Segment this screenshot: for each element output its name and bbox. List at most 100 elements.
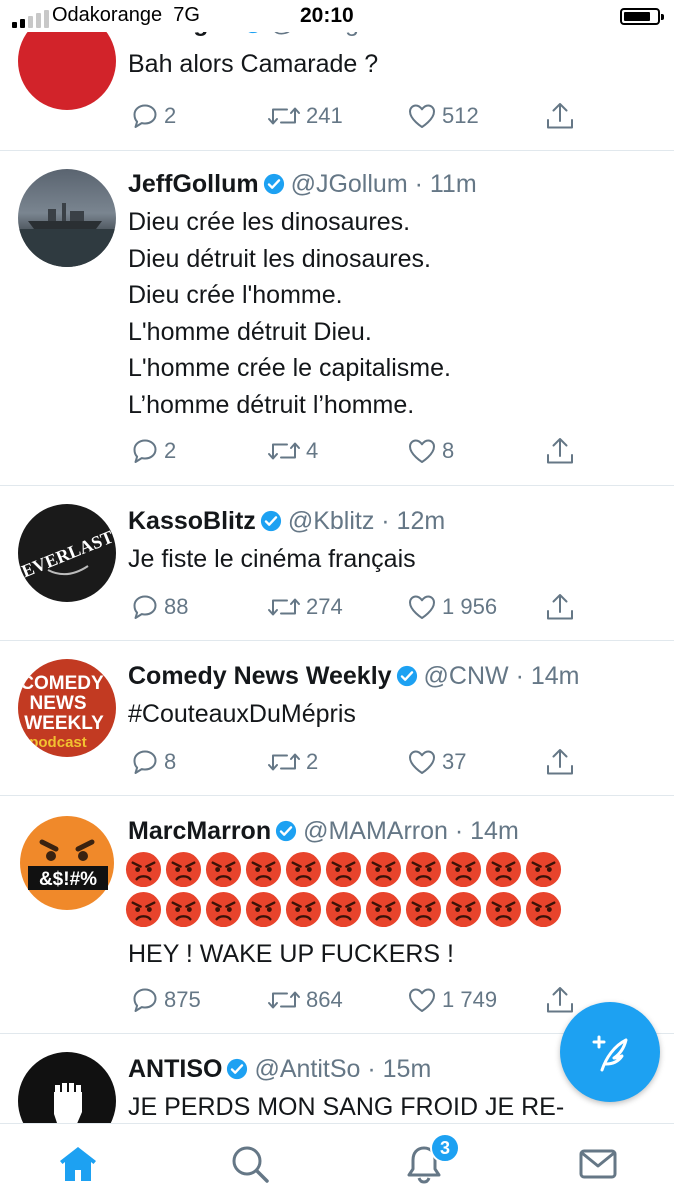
angry-face-emoji-icon — [244, 890, 283, 934]
angry-face-emoji-icon — [164, 890, 203, 934]
angry-face-emoji-icon — [404, 850, 443, 894]
share-icon — [547, 987, 573, 1013]
user-handle: @CNW — [423, 662, 509, 690]
retweet-button[interactable]: 241 — [266, 100, 343, 132]
share-icon — [547, 594, 573, 620]
retweet-icon — [268, 442, 300, 460]
tweet[interactable]: &$!#% MarcMarron @MAMArron · 14m HEY ! WA… — [0, 796, 674, 1034]
reply-button[interactable]: 2 — [130, 435, 176, 467]
heart-icon — [409, 988, 435, 1012]
angry-face-emoji-icon — [444, 890, 483, 934]
share-icon — [547, 749, 573, 775]
everlast-logo: EVERLAST — [19, 526, 116, 581]
like-button[interactable]: 8 — [406, 435, 454, 467]
display-name[interactable]: JeffGollum — [128, 170, 259, 198]
reply-icon — [133, 439, 157, 463]
tweet-text: Bah alors Camarade ? — [128, 50, 379, 78]
reply-button[interactable]: 875 — [130, 984, 201, 1016]
podcast-logo: COMEDY NEWS WEEKLY podcast — [20, 673, 104, 751]
share-button[interactable] — [544, 591, 576, 623]
like-button[interactable]: 1 956 — [406, 591, 497, 623]
reply-icon — [133, 750, 157, 774]
compose-feather-icon — [592, 1035, 628, 1072]
tweet[interactable]: COMEDY NEWS WEEKLY podcast Comedy News W… — [0, 641, 674, 796]
display-name[interactable]: ANTISO — [128, 1055, 222, 1083]
display-name[interactable]: MarcMarron — [128, 817, 271, 845]
avatar[interactable]: COMEDY NEWS WEEKLY podcast — [18, 659, 116, 757]
angry-face-emoji-icon — [404, 890, 443, 934]
verified-badge-icon — [263, 173, 284, 195]
tweet-header: KassoBlitz @Kblitz · 12m — [128, 507, 446, 535]
angry-face-emoji-icon — [284, 850, 323, 894]
tweet-text: Dieu crée les dinosaures. Dieu détruit l… — [128, 208, 451, 419]
raised-fist-icon — [53, 1081, 83, 1123]
angry-face-emoji-icon — [444, 850, 483, 894]
tweet[interactable]: JeffGollum @JGollum · 11m Dieu crée les d… — [0, 151, 674, 486]
angry-face-emoji-icon — [364, 850, 403, 894]
compose-tweet-button[interactable] — [560, 1002, 660, 1102]
reply-button[interactable]: 8 — [130, 746, 176, 778]
bottom-tab-bar: 3 — [0, 1123, 674, 1200]
censored-emoji-avatar: &$!#% — [20, 816, 114, 910]
reply-button[interactable]: 2 — [130, 100, 176, 132]
avatar[interactable]: EVERLAST — [18, 504, 116, 602]
svg-text:&$!#%: &$!#% — [39, 869, 97, 890]
angry-face-emoji-icon — [364, 890, 403, 934]
verified-badge-icon — [227, 1058, 248, 1080]
tweet-time: 15m — [382, 1055, 432, 1083]
angry-face-emoji-icon — [484, 890, 523, 934]
angry-face-emoji-icon — [124, 850, 163, 894]
retweet-button[interactable]: 864 — [266, 984, 343, 1016]
share-button[interactable] — [544, 984, 576, 1016]
search-tab[interactable] — [228, 1142, 272, 1186]
retweet-button[interactable]: 274 — [266, 591, 343, 623]
reply-icon — [133, 104, 157, 128]
home-tab[interactable] — [56, 1142, 100, 1186]
emoji-row — [124, 850, 563, 894]
like-button[interactable]: 1 749 — [406, 984, 497, 1016]
angry-face-emoji-icon — [204, 890, 243, 934]
heart-icon — [409, 439, 435, 463]
avatar[interactable] — [18, 1052, 116, 1123]
envelope-icon — [579, 1149, 617, 1179]
like-button[interactable]: 37 — [406, 746, 466, 778]
verified-badge-icon — [276, 820, 297, 842]
tweet-header: MarcMarron @MAMArron · 14m — [128, 817, 519, 845]
heart-icon — [409, 750, 435, 774]
retweet-icon — [268, 991, 300, 1009]
tweet-text: HEY ! WAKE UP FUCKERS ! — [128, 940, 455, 968]
user-handle: @JGollum — [290, 170, 408, 198]
tweet-header: JeffGollum @JGollum · 11m — [128, 170, 477, 198]
share-icon — [547, 103, 573, 129]
timeline[interactable]: EnRogne@enrogne · 10m Bah alors Camarade… — [0, 0, 674, 1123]
tweet-time: 11m — [429, 170, 477, 198]
retweet-button[interactable]: 4 — [266, 435, 318, 467]
share-button[interactable] — [544, 435, 576, 467]
angry-face-emoji-icon — [524, 850, 563, 894]
avatar[interactable]: &$!#% — [18, 814, 116, 912]
avatar[interactable] — [18, 169, 116, 267]
angry-face-emoji-icon — [324, 890, 363, 934]
display-name[interactable]: Comedy News Weekly — [128, 662, 392, 690]
user-handle: @MAMArron — [303, 817, 448, 845]
like-button[interactable]: 512 — [406, 100, 479, 132]
display-name[interactable]: KassoBlitz — [128, 507, 256, 535]
signal-strength-icon — [12, 10, 49, 28]
warship-image — [18, 203, 116, 267]
verified-badge-icon — [260, 510, 281, 532]
search-icon — [232, 1146, 269, 1183]
angry-face-emoji-icon — [284, 890, 323, 934]
reply-button[interactable]: 88 — [130, 591, 188, 623]
svg-text:podcast: podcast — [29, 734, 87, 751]
tweet[interactable]: EVERLAST KassoBlitz @Kblitz · 12m Je fist… — [0, 486, 674, 641]
tweet-text: JE PERDS MON SANG FROID JE RE- — [128, 1093, 565, 1121]
angry-face-emoji-icon — [484, 850, 523, 894]
retweet-button[interactable]: 2 — [266, 746, 318, 778]
retweet-icon — [268, 598, 300, 616]
retweet-icon — [268, 107, 300, 125]
share-button[interactable] — [544, 100, 576, 132]
share-button[interactable] — [544, 746, 576, 778]
messages-tab[interactable] — [576, 1142, 620, 1186]
angry-emoji-block — [124, 850, 563, 934]
status-bar: Odakorange 7G 20:10 — [0, 0, 674, 32]
